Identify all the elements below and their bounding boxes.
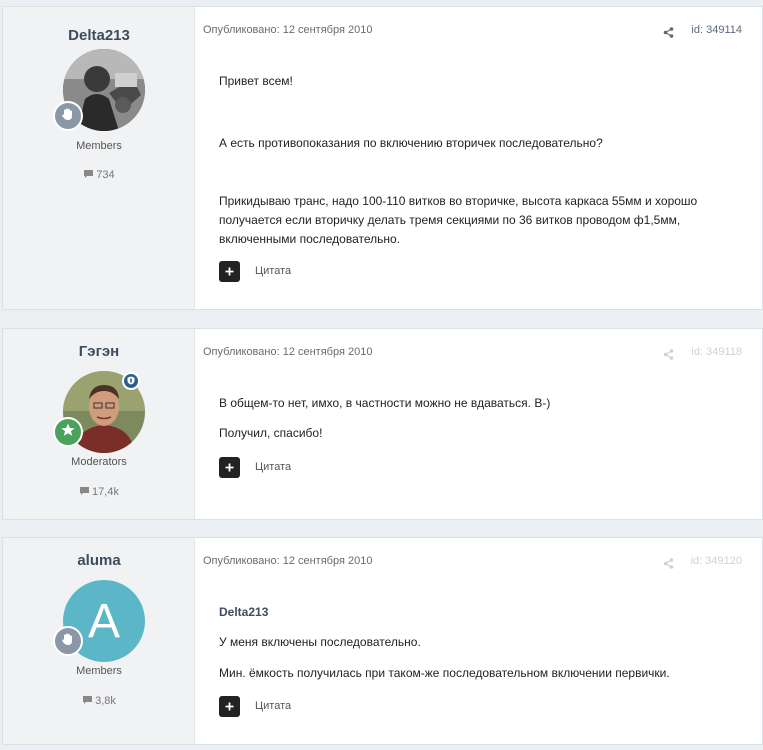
post-paragraph: Мин. ёмкость получилась при таком-же пос… [219, 666, 670, 680]
post-349114: Delta213 Members 734 Опубликовано: 12 се… [2, 6, 763, 310]
post-count: 17,4k [3, 486, 195, 498]
quote-button[interactable] [219, 457, 240, 478]
post-id[interactable]: id: 349120 [691, 555, 742, 567]
quote-label[interactable]: Цитата [255, 700, 291, 712]
plus-icon [225, 263, 234, 281]
author-name-link[interactable]: Гэгэн [3, 343, 195, 360]
rank-badge [53, 626, 83, 656]
share-icon[interactable] [663, 25, 674, 43]
author-panel: Delta213 Members 734 [3, 7, 195, 309]
post-content: Опубликовано: 12 сентября 2010 id: 34911… [195, 329, 762, 519]
plus-icon [225, 459, 234, 477]
comment-icon [83, 169, 96, 181]
star-badge-icon [60, 422, 76, 443]
post-count-value: 17,4k [92, 486, 119, 498]
published-date[interactable]: Опубликовано: 12 сентября 2010 [203, 24, 372, 36]
post-paragraph: Получил, спасибо! [219, 426, 323, 440]
share-icon[interactable] [663, 347, 674, 365]
group-name: Moderators [71, 456, 127, 468]
quote-label[interactable]: Цитата [255, 265, 291, 277]
post-count-value: 3,8k [95, 695, 116, 707]
group-name: Members [76, 140, 122, 152]
post-id[interactable]: id: 349118 [691, 346, 742, 358]
quote-button[interactable] [219, 261, 240, 282]
post-paragraph: В общем-то нет, имхо, в частности можно … [219, 396, 551, 410]
post-paragraph: Привет всем! [219, 74, 293, 88]
published-date[interactable]: Опубликовано: 12 сентября 2010 [203, 555, 372, 567]
post-count: 3,8k [3, 695, 195, 707]
moderator-badge [122, 372, 140, 390]
plus-icon [225, 698, 234, 716]
share-icon[interactable] [663, 556, 674, 574]
quote-button[interactable] [219, 696, 240, 717]
comment-icon [82, 695, 95, 707]
quoted-author[interactable]: Delta213 [219, 603, 722, 622]
hand-badge-icon [60, 631, 76, 652]
avatar-letter: A [87, 594, 120, 648]
rank-badge [53, 417, 83, 447]
shield-icon [127, 372, 135, 390]
author-panel: aluma A Members 3,8k [3, 538, 195, 744]
author-name-link[interactable]: aluma [3, 552, 195, 569]
post-paragraph: Прикидываю транс, надо 100-110 витков во… [219, 194, 698, 246]
author-panel: Гэгэн Moderators 17,4k [3, 329, 195, 519]
post-paragraph: А есть противопоказания по включению вто… [219, 136, 603, 150]
post-id[interactable]: id: 349114 [691, 24, 742, 36]
quote-label[interactable]: Цитата [255, 461, 291, 473]
published-date[interactable]: Опубликовано: 12 сентября 2010 [203, 346, 372, 358]
post-count-value: 734 [96, 169, 115, 181]
group-name: Members [76, 665, 122, 677]
rank-badge [53, 101, 83, 131]
post-content: Опубликовано: 12 сентября 2010 id: 34912… [195, 538, 762, 744]
author-name-link[interactable]: Delta213 [3, 27, 195, 44]
comment-icon [79, 486, 92, 498]
post-paragraph: У меня включены последовательно. [219, 635, 421, 649]
post-count: 734 [3, 169, 195, 181]
hand-badge-icon [60, 106, 76, 127]
post-349118: Гэгэн Moderators 17,4k Опубликовано: 12 … [2, 328, 763, 520]
post-content: Опубликовано: 12 сентября 2010 id: 34911… [195, 7, 762, 309]
post-349120: aluma A Members 3,8k Опубликовано: 12 се… [2, 537, 763, 745]
